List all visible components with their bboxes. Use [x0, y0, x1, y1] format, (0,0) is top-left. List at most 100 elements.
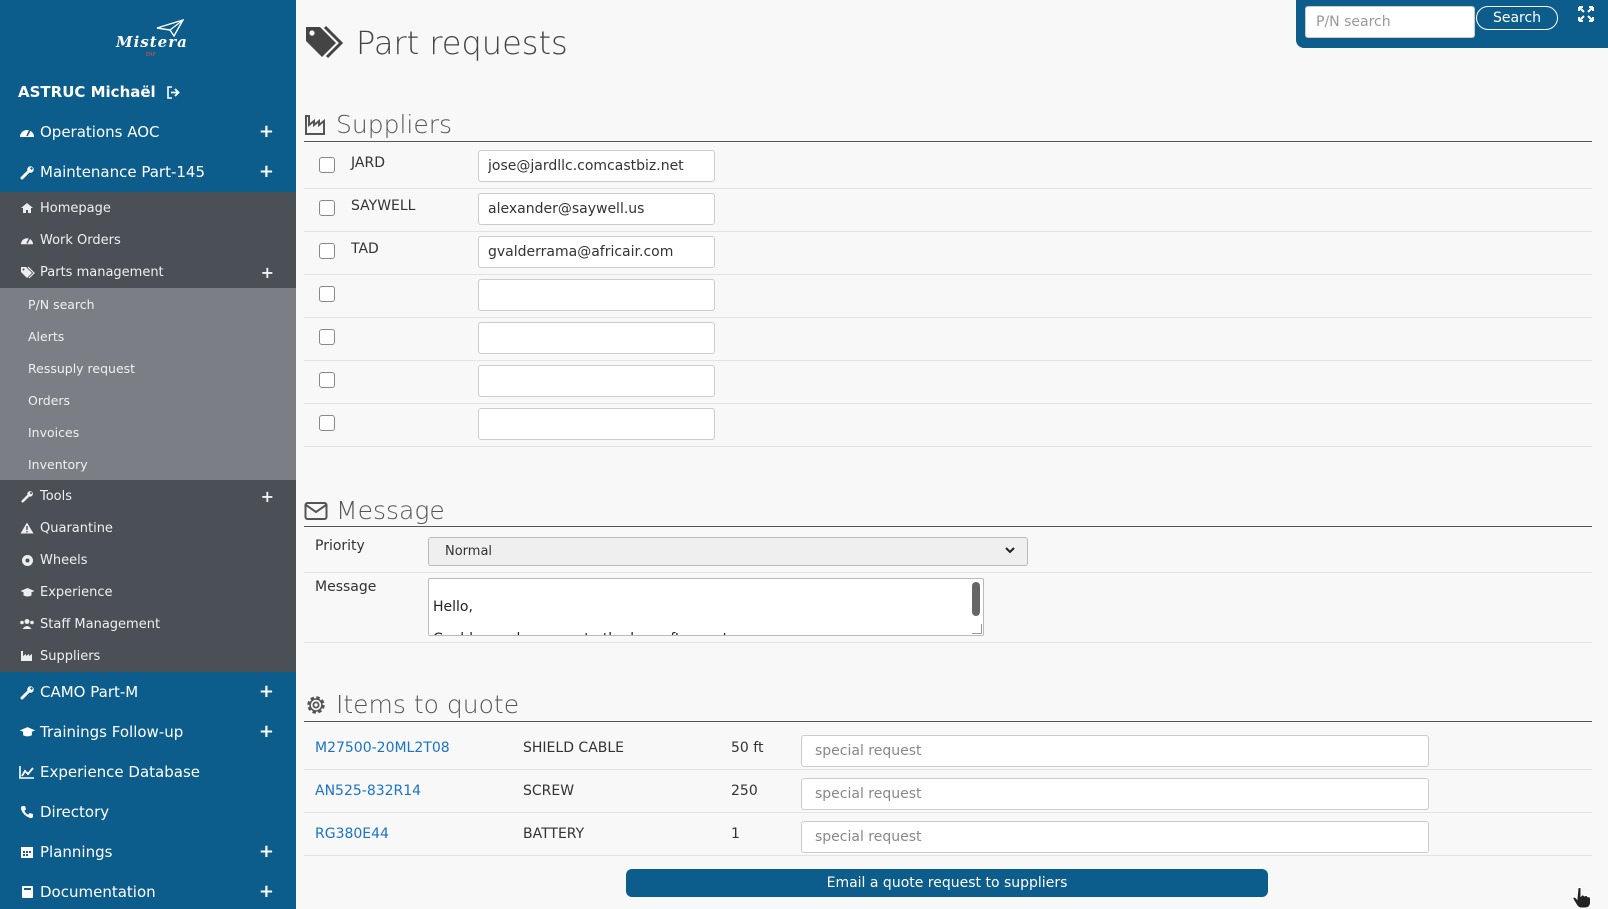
supplier-checkbox[interactable]: [319, 157, 335, 173]
quote-item-row: RG380E44 BATTERY 1: [304, 816, 1592, 859]
logo[interactable]: Mistera ERP: [0, 0, 296, 72]
special-request-input[interactable]: [801, 821, 1429, 853]
supplier-row: [304, 317, 1592, 360]
supplier-checkbox[interactable]: [319, 243, 335, 259]
supplier-email-field[interactable]: [478, 150, 715, 182]
supplier-email-field[interactable]: [478, 236, 715, 268]
dashboard-icon: [18, 234, 36, 246]
search-button[interactable]: Search: [1476, 6, 1558, 30]
priority-select[interactable]: Normal: [428, 537, 1028, 566]
part-number-link[interactable]: AN525-832R14: [315, 783, 421, 799]
supplier-email-field[interactable]: [478, 193, 715, 225]
email-quote-request-button[interactable]: Email a quote request to suppliers: [626, 869, 1268, 897]
sidebar-item-label: Suppliers: [40, 648, 101, 664]
sidebar-item-label: Staff Management: [40, 616, 161, 632]
sidebar-item-wheels[interactable]: Wheels: [0, 544, 296, 576]
expand-plus-icon[interactable]: +: [261, 488, 274, 506]
supplier-checkbox[interactable]: [319, 372, 335, 388]
warning-icon: [18, 522, 36, 534]
supplier-checkbox[interactable]: [319, 286, 335, 302]
sidebar-item-operations-aoc[interactable]: Operations AOC +: [0, 112, 296, 152]
expand-plus-icon[interactable]: +: [261, 264, 274, 282]
expand-plus-icon[interactable]: +: [259, 123, 274, 141]
sidebar-item-pn-search[interactable]: P/N search: [0, 288, 296, 320]
quote-item-row: AN525-832R14 SCREW 250: [304, 773, 1592, 816]
supplier-email-field[interactable]: [478, 365, 715, 397]
wrench-icon: [18, 685, 36, 700]
sidebar-item-label: Directory: [40, 803, 110, 821]
sidebar-item-label: Documentation: [40, 883, 156, 901]
divider: [304, 855, 1592, 856]
resize-handle[interactable]: [972, 624, 982, 634]
graduation-cap-icon: [18, 726, 36, 738]
divider: [304, 141, 1592, 142]
page-title-text: Part requests: [356, 24, 568, 62]
supplier-row: SAYWELL: [304, 188, 1592, 231]
supplier-email-field[interactable]: [478, 279, 715, 311]
expand-plus-icon[interactable]: +: [259, 843, 274, 861]
sidebar-item-staff-management[interactable]: Staff Management: [0, 608, 296, 640]
message-textarea-content: Hello, Could you please quote the hereaf…: [433, 599, 740, 635]
hand-cursor-icon: [1572, 887, 1591, 909]
message-label: Message: [315, 579, 377, 595]
fullscreen-icon[interactable]: [1578, 6, 1594, 26]
supplier-name: JARD: [351, 155, 385, 171]
suppliers-section-title-text: Suppliers: [336, 110, 453, 139]
maintenance-submenu: Homepage Work Orders Parts management + …: [0, 192, 296, 672]
dashboard-icon: [18, 125, 36, 139]
sidebar-item-label: Operations AOC: [40, 123, 160, 141]
sidebar-item-camo-part-m[interactable]: CAMO Part-M +: [0, 672, 296, 712]
sidebar-item-orders[interactable]: Orders: [0, 384, 296, 416]
sidebar-item-plannings[interactable]: Plannings +: [0, 832, 296, 872]
sidebar-item-trainings-follow-up[interactable]: Trainings Follow-up +: [0, 712, 296, 752]
sidebar-item-label: CAMO Part-M: [40, 683, 139, 701]
sidebar-item-invoices[interactable]: Invoices: [0, 416, 296, 448]
graduation-cap-icon: [18, 587, 36, 598]
special-request-input[interactable]: [801, 735, 1429, 767]
part-number-link[interactable]: RG380E44: [315, 826, 389, 842]
part-number-link[interactable]: M27500-20ML2T08: [315, 740, 450, 756]
supplier-email-field[interactable]: [478, 408, 715, 440]
expand-plus-icon[interactable]: +: [259, 163, 274, 181]
sidebar-item-experience[interactable]: Experience: [0, 576, 296, 608]
tags-icon: [18, 266, 36, 279]
sidebar-item-maintenance-part-145[interactable]: Maintenance Part-145 +: [0, 152, 296, 192]
supplier-checkbox[interactable]: [319, 329, 335, 345]
user-name[interactable]: ASTRUC Michaël: [0, 72, 296, 112]
sidebar-item-directory[interactable]: Directory: [0, 792, 296, 832]
part-description: BATTERY: [523, 826, 585, 842]
divider: [304, 812, 1592, 813]
supplier-email-field[interactable]: [478, 322, 715, 354]
expand-plus-icon[interactable]: +: [259, 723, 274, 741]
part-quantity: 250: [731, 783, 758, 799]
textarea-scrollbar[interactable]: [972, 582, 980, 616]
message-section-title: Message: [304, 496, 445, 525]
sidebar-item-alerts[interactable]: Alerts: [0, 320, 296, 352]
wheel-icon: [18, 554, 36, 567]
expand-plus-icon[interactable]: +: [259, 683, 274, 701]
parts-submenu: P/N search Alerts Ressuply request Order…: [0, 288, 296, 480]
sidebar-item-ressuply-request[interactable]: Ressuply request: [0, 352, 296, 384]
sidebar-item-label: Parts management: [40, 264, 164, 280]
supplier-checkbox[interactable]: [319, 415, 335, 431]
sidebar-item-experience-database[interactable]: Experience Database: [0, 752, 296, 792]
expand-plus-icon[interactable]: +: [259, 883, 274, 901]
sidebar-item-tools[interactable]: Tools +: [0, 480, 296, 512]
sidebar-item-parts-management[interactable]: Parts management +: [0, 256, 296, 288]
sidebar-item-inventory[interactable]: Inventory: [0, 448, 296, 480]
sign-out-icon[interactable]: [166, 85, 181, 99]
sidebar-item-label: Wheels: [40, 552, 88, 568]
pn-search-input[interactable]: [1305, 6, 1475, 38]
supplier-name: SAYWELL: [351, 198, 416, 214]
supplier-checkbox[interactable]: [319, 200, 335, 216]
message-textarea[interactable]: Hello, Could you please quote the hereaf…: [428, 578, 984, 636]
sidebar-item-documentation[interactable]: Documentation +: [0, 872, 296, 909]
sidebar-item-homepage[interactable]: Homepage: [0, 192, 296, 224]
chart-icon: [18, 765, 36, 779]
sidebar-item-quarantine[interactable]: Quarantine: [0, 512, 296, 544]
priority-select-value: Normal: [445, 544, 493, 559]
sidebar-item-work-orders[interactable]: Work Orders: [0, 224, 296, 256]
sidebar-item-suppliers[interactable]: Suppliers: [0, 640, 296, 672]
special-request-input[interactable]: [801, 778, 1429, 810]
supplier-row: [304, 403, 1592, 446]
